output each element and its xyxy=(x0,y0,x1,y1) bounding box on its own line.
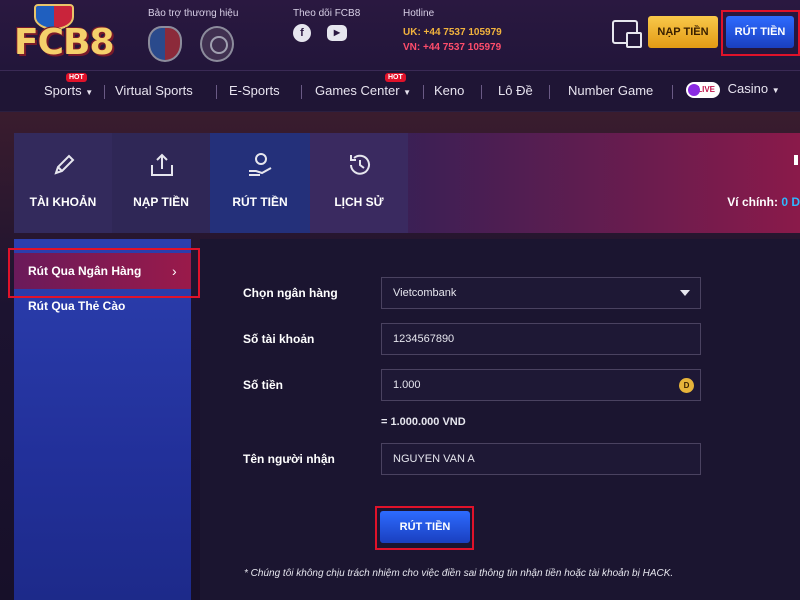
nav-divider xyxy=(423,85,424,99)
upload-tray-icon xyxy=(148,151,176,179)
account-number-label: Số tài khoản xyxy=(243,332,315,346)
wallet-amount: 0 D xyxy=(781,195,800,209)
disclaimer-text: * Chúng tôi không chịu trách nhiệm cho v… xyxy=(244,568,674,579)
nav-label: Sports xyxy=(44,83,82,98)
sidebar-item-card[interactable]: Rút Qua Thẻ Cào xyxy=(28,299,125,313)
hotline-section: Hotline UK: +44 7537 105979 VN: +44 7537… xyxy=(403,8,502,53)
tab-history[interactable]: LỊCH SỬ xyxy=(310,133,408,233)
hot-badge: HOT xyxy=(385,73,406,82)
account-tabs: TÀI KHOẢN NẠP TIỀN RÚT TIỀN LỊCH SỬ Ví c… xyxy=(14,133,800,233)
amount-label: Số tiền xyxy=(243,378,284,392)
youtube-icon[interactable]: ▶ xyxy=(327,25,347,41)
nav-divider xyxy=(672,85,673,99)
tab-label: RÚT TIỀN xyxy=(232,195,288,209)
amount-field[interactable]: 1.000 D xyxy=(381,369,701,401)
chevron-down-icon: ▼ xyxy=(403,88,412,97)
main-nav: HOT Sports ▼ Virtual Sports E-Sports HOT… xyxy=(0,70,800,112)
chevron-down-icon: ▼ xyxy=(85,88,94,97)
hand-coin-icon xyxy=(246,151,274,179)
wallet-indicator-icon xyxy=(794,155,798,165)
hot-badge: HOT xyxy=(66,73,87,82)
chevron-down-icon: ▼ xyxy=(771,86,780,95)
hotline-uk[interactable]: UK: +44 7537 105979 xyxy=(403,27,502,38)
highlight-box-submit xyxy=(375,506,474,550)
bank-label: Chọn ngân hàng xyxy=(243,286,338,300)
highlight-box-header-withdraw xyxy=(721,10,800,56)
recipient-name-field[interactable]: NGUYEN VAN A xyxy=(381,443,701,475)
history-clock-icon xyxy=(346,151,374,179)
tab-deposit[interactable]: NẠP TIỀN xyxy=(112,133,210,233)
top-header: FCB8 Bảo trợ thương hiệu Theo dõi FCB8 f… xyxy=(0,0,800,70)
amount-equivalent: = 1.000.000 VND xyxy=(381,416,466,428)
withdraw-form: Chọn ngân hàng Vietcombank Số tài khoản … xyxy=(200,239,800,600)
nav-divider xyxy=(549,85,550,99)
wallet-label: Ví chính: xyxy=(727,195,778,209)
header-deposit-button[interactable]: NẠP TIỀN xyxy=(648,16,718,48)
sponsor-section: Bảo trợ thương hiệu xyxy=(148,8,239,62)
nav-divider xyxy=(104,85,105,99)
fcb8-logo[interactable]: FCB8 xyxy=(14,4,114,64)
follow-label: Theo dõi FCB8 xyxy=(293,8,361,19)
follow-section: Theo dõi FCB8 f ▶ xyxy=(293,8,361,42)
nav-divider xyxy=(481,85,482,99)
barcelona-crest-icon[interactable] xyxy=(148,26,182,62)
isle-of-man-crest-icon[interactable] xyxy=(200,26,234,62)
highlight-box-sidebar xyxy=(8,248,200,298)
tab-label: TÀI KHOẢN xyxy=(29,195,97,209)
nav-divider xyxy=(216,85,217,99)
pencil-icon xyxy=(50,151,78,179)
sponsor-label: Bảo trợ thương hiệu xyxy=(148,8,239,19)
tab-label: NẠP TIỀN xyxy=(133,195,189,209)
nav-item-casino[interactable]: LIVE Casino ▼ xyxy=(686,81,780,98)
nav-label: Casino xyxy=(727,81,769,96)
nav-item-keno[interactable]: Keno xyxy=(434,83,464,98)
tab-account[interactable]: TÀI KHOẢN xyxy=(14,133,112,233)
nav-label: Games Center xyxy=(315,83,400,98)
account-number-field[interactable]: 1234567890 xyxy=(381,323,701,355)
nav-item-virtual-sports[interactable]: Virtual Sports xyxy=(115,83,193,98)
tab-withdraw[interactable]: RÚT TIỀN xyxy=(210,133,310,233)
tab-label: LỊCH SỬ xyxy=(334,195,384,209)
live-badge: LIVE xyxy=(686,81,720,98)
facebook-icon[interactable]: f xyxy=(293,24,311,42)
main-wallet-balance: Ví chính: 0 D xyxy=(727,195,800,209)
bank-select-value: Vietcombank xyxy=(393,287,457,299)
nav-item-lo-de[interactable]: Lô Đề xyxy=(498,83,533,98)
coin-icon: D xyxy=(679,378,694,393)
nav-item-games-center[interactable]: HOT Games Center ▼ xyxy=(315,73,412,98)
hotline-vn[interactable]: VN: +44 7537 105979 xyxy=(403,42,502,53)
hotline-label: Hotline xyxy=(403,8,435,19)
caret-down-icon xyxy=(680,290,690,296)
nav-item-esports[interactable]: E-Sports xyxy=(229,83,280,98)
nav-item-number-game[interactable]: Number Game xyxy=(568,83,653,98)
bank-select[interactable]: Vietcombank xyxy=(381,277,701,309)
logo-wordmark: FCB8 xyxy=(14,22,114,63)
nav-item-sports[interactable]: HOT Sports ▼ xyxy=(44,73,94,98)
nav-divider xyxy=(301,85,302,99)
mobile-app-icon[interactable] xyxy=(612,20,642,48)
recipient-label: Tên người nhận xyxy=(243,452,335,466)
amount-field-value: 1.000 xyxy=(393,379,421,391)
